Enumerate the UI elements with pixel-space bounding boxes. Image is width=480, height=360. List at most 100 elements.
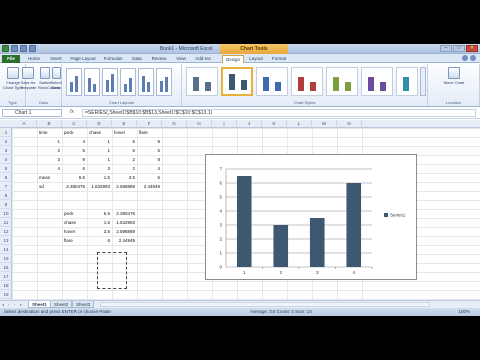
maximize-button[interactable]: □ [453, 45, 465, 52]
first-sheet-icon[interactable]: ◂ [2, 302, 7, 307]
mean-cell: 6.5 [78, 175, 85, 180]
tab-format[interactable]: Format [268, 55, 290, 63]
y-tick-label: 6 [219, 181, 222, 186]
tab-review[interactable]: Review [148, 55, 170, 63]
tab-add-ins[interactable]: Add-Ins [192, 55, 214, 63]
grid-row-line [12, 281, 480, 282]
tab-page-layout[interactable]: Page Layout [68, 55, 98, 63]
tab-formulas[interactable]: Formulas [100, 55, 126, 63]
excel-logo-icon[interactable] [2, 45, 9, 52]
row-header-1[interactable]: 1 [0, 128, 12, 137]
sheet-tab-2[interactable]: Sheet2 [50, 301, 73, 308]
horizontal-scrollbar[interactable] [100, 302, 430, 307]
row-header-13[interactable]: 13 [0, 236, 12, 245]
zoom-level[interactable]: 100% [458, 308, 470, 316]
column-header-A[interactable]: A [12, 120, 37, 128]
grid-col-line [187, 128, 188, 299]
row-header-11[interactable]: 11 [0, 218, 12, 227]
chart-layout-4[interactable] [120, 68, 136, 96]
sd-cell: 2.598889 [116, 184, 135, 189]
next-sheet-icon[interactable]: › [14, 302, 19, 307]
column-header-J[interactable]: J [237, 120, 262, 128]
column-header-H[interactable]: H [187, 120, 212, 128]
row-header-17[interactable]: 17 [0, 272, 12, 281]
row-header-16[interactable]: 16 [0, 263, 12, 272]
chart-layout-6[interactable] [156, 68, 172, 96]
sheet-tab-1[interactable]: Sheet1 [28, 301, 51, 308]
title-bar: Book1 - Microsoft Excel Chart Tools – □ … [0, 44, 480, 54]
column-header-D[interactable]: D [87, 120, 112, 128]
sheet-tab-3[interactable]: Sheet3 [72, 301, 95, 308]
ribbon: Change Chart Type Type Save As Template … [0, 63, 480, 107]
chart-layout-2[interactable] [84, 68, 100, 96]
row-header-18[interactable]: 18 [0, 281, 12, 290]
x-tick-label: 3 [316, 270, 319, 275]
column-header-E[interactable]: E [112, 120, 137, 128]
column-header-B[interactable]: B [37, 120, 62, 128]
chart-style-7[interactable] [396, 67, 418, 96]
column-header-G[interactable]: G [162, 120, 187, 128]
tab-file[interactable]: File [2, 55, 20, 63]
close-button[interactable]: × [466, 45, 478, 52]
minimize-button[interactable]: – [440, 45, 452, 52]
row-header-8[interactable]: 8 [0, 191, 12, 200]
chart-layout-3[interactable] [102, 68, 118, 96]
data-cell: 4 [82, 139, 85, 144]
minimize-ribbon-icon[interactable] [470, 55, 476, 61]
redo-icon[interactable] [29, 45, 36, 52]
row-header-12[interactable]: 12 [0, 227, 12, 236]
chart-style-3[interactable] [256, 67, 288, 96]
column-header-M[interactable]: M [312, 120, 337, 128]
chart-style-4[interactable] [291, 67, 323, 96]
row-header-6[interactable]: 6 [0, 173, 12, 182]
column-header-N[interactable]: N [337, 120, 362, 128]
row-header-3[interactable]: 3 [0, 146, 12, 155]
undo-icon[interactable] [20, 45, 27, 52]
help-icon[interactable] [462, 55, 468, 61]
tab-data[interactable]: Data [128, 55, 146, 63]
row-header-4[interactable]: 4 [0, 155, 12, 164]
chart-style-1[interactable] [186, 67, 218, 96]
row-header-10[interactable]: 10 [0, 209, 12, 218]
y-tick-label: 3 [219, 223, 222, 228]
styles-gallery-scroll[interactable] [420, 67, 426, 96]
x-tick-label: 1 [243, 270, 246, 275]
save-icon[interactable] [11, 45, 18, 52]
column-header-C[interactable]: C [62, 120, 87, 128]
save-as-template-button[interactable]: Save As Template [18, 67, 38, 90]
tab-insert[interactable]: Insert [46, 55, 66, 63]
chart-style-6[interactable] [361, 67, 393, 96]
row-header-7[interactable]: 7 [0, 182, 12, 191]
tab-layout[interactable]: Layout [246, 55, 266, 63]
chart-style-5[interactable] [326, 67, 358, 96]
prev-sheet-icon[interactable]: ‹ [8, 302, 13, 307]
summary-mean-cell: 3.5 [103, 229, 110, 234]
formula-input[interactable]: =SERIES(,Sheet1!$B$10:$B$13,Sheet1!$C$10… [82, 109, 476, 117]
row-header-14[interactable]: 14 [0, 245, 12, 254]
column-header-F[interactable]: F [137, 120, 162, 128]
name-box[interactable]: Chart 1 [2, 109, 62, 117]
chart-style-2[interactable] [221, 67, 253, 96]
row-header-5[interactable]: 5 [0, 164, 12, 173]
last-sheet-icon[interactable]: ▸ [20, 302, 25, 307]
chart-object[interactable]: 0 1 2 3 4 5 6 7 1 2 3 4 Series1 [205, 154, 417, 280]
chart-layout-1[interactable] [66, 68, 82, 96]
row-header-15[interactable]: 15 [0, 254, 12, 263]
chart-tools-label: Chart Tools [220, 44, 288, 54]
row-header-9[interactable]: 9 [0, 200, 12, 209]
column-header-K[interactable]: K [262, 120, 287, 128]
data-cell: 5 [157, 148, 160, 153]
select-data-icon [51, 67, 61, 79]
column-header-L[interactable]: L [287, 120, 312, 128]
tab-home[interactable]: Home [24, 55, 44, 63]
move-chart-button[interactable]: Move Chart [443, 67, 465, 85]
select-data-button[interactable]: Select Data [50, 67, 62, 90]
chart-layout-5[interactable] [138, 68, 154, 96]
tab-view[interactable]: View [172, 55, 190, 63]
fx-icon[interactable]: fx [70, 109, 74, 115]
row-header-2[interactable]: 2 [0, 137, 12, 146]
column-header-I[interactable]: I [212, 120, 237, 128]
data-cell: 4 [157, 166, 160, 171]
summary-mean-cell: 6.5 [103, 211, 110, 216]
row-header-19[interactable]: 19 [0, 290, 12, 299]
